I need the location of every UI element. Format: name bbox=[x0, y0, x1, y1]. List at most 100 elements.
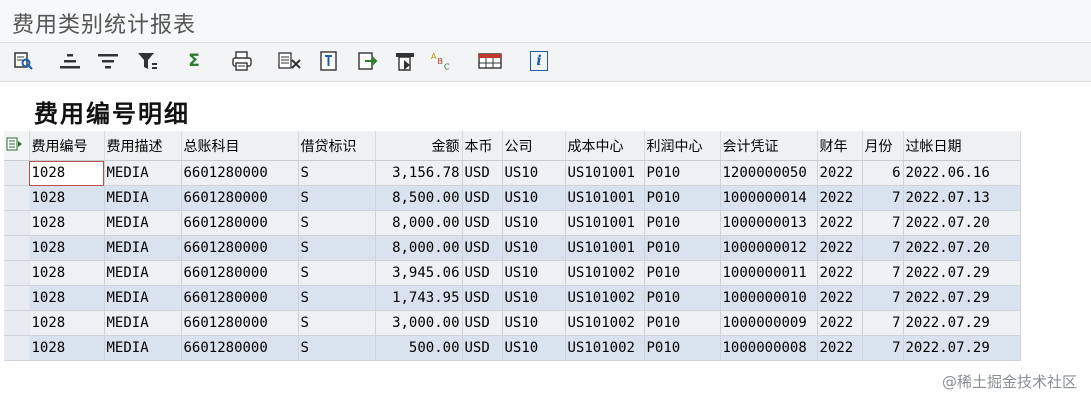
table-cell[interactable]: 1028 bbox=[29, 260, 105, 286]
table-cell[interactable]: S bbox=[298, 210, 376, 236]
local-file-button[interactable] bbox=[356, 50, 380, 72]
table-cell[interactable]: S bbox=[298, 160, 376, 186]
table-cell[interactable]: 1000000010 bbox=[720, 285, 818, 311]
table-cell[interactable]: US101001 bbox=[565, 210, 645, 236]
column-header[interactable]: 本币 bbox=[462, 131, 503, 161]
table-cell[interactable]: 7 bbox=[862, 185, 904, 211]
table-cell[interactable]: 1028 bbox=[29, 285, 105, 311]
table-cell[interactable]: 1000000014 bbox=[720, 185, 818, 211]
table-cell[interactable]: P010 bbox=[644, 185, 721, 211]
table-cell[interactable]: 7 bbox=[862, 260, 904, 286]
table-cell[interactable]: MEDIA bbox=[104, 185, 182, 211]
table-cell[interactable]: USD bbox=[462, 210, 503, 236]
table-cell[interactable]: USD bbox=[462, 160, 503, 186]
table-cell[interactable]: USD bbox=[462, 285, 503, 311]
table-cell[interactable]: 2022 bbox=[817, 260, 863, 286]
table-cell[interactable]: 6601280000 bbox=[181, 235, 299, 261]
table-cell[interactable]: 7 bbox=[862, 335, 904, 361]
table-cell[interactable]: 2022.07.29 bbox=[903, 285, 1021, 311]
table-cell[interactable]: MEDIA bbox=[104, 310, 182, 336]
table-row[interactable]: 1028 MEDIA 6601280000 S 3,000.00 USD US10 US101… bbox=[4, 310, 1021, 336]
table-row[interactable]: 1028 MEDIA 6601280000 S 8,500.00 USD US10 US101… bbox=[4, 185, 1021, 211]
table-cell[interactable]: 500.00 bbox=[375, 335, 463, 361]
details-button[interactable] bbox=[11, 50, 35, 72]
table-cell[interactable]: USD bbox=[462, 260, 503, 286]
table-cell[interactable]: 2022 bbox=[817, 210, 863, 236]
column-header[interactable]: 财年 bbox=[817, 131, 863, 161]
table-cell[interactable]: S bbox=[298, 285, 376, 311]
table-cell[interactable]: 8,500.00 bbox=[375, 185, 463, 211]
table-cell[interactable]: 1000000012 bbox=[720, 235, 818, 261]
column-header[interactable]: 会计凭证 bbox=[720, 131, 818, 161]
filter-button[interactable] bbox=[135, 50, 159, 72]
print-button[interactable] bbox=[230, 50, 254, 72]
table-cell[interactable]: 2022 bbox=[817, 310, 863, 336]
table-cell[interactable]: 6601280000 bbox=[181, 185, 299, 211]
table-cell[interactable]: P010 bbox=[644, 260, 721, 286]
table-cell[interactable]: MEDIA bbox=[104, 210, 182, 236]
table-cell[interactable]: 1028 bbox=[29, 335, 105, 361]
table-cell[interactable]: 2022 bbox=[817, 185, 863, 211]
column-header[interactable]: 月份 bbox=[862, 131, 904, 161]
table-cell[interactable]: US10 bbox=[502, 260, 566, 286]
column-header[interactable]: 费用编号 bbox=[29, 131, 105, 161]
table-cell[interactable]: P010 bbox=[644, 310, 721, 336]
table-cell[interactable]: US101001 bbox=[565, 160, 645, 186]
table-cell[interactable]: 1028 bbox=[29, 185, 105, 211]
table-cell[interactable]: 1000000013 bbox=[720, 210, 818, 236]
table-cell[interactable]: US10 bbox=[502, 210, 566, 236]
row-selector[interactable] bbox=[4, 235, 30, 261]
column-header[interactable]: 金额 bbox=[375, 131, 463, 161]
table-cell[interactable]: P010 bbox=[644, 210, 721, 236]
table-cell[interactable]: 1000000011 bbox=[720, 260, 818, 286]
info-button[interactable]: i bbox=[527, 50, 551, 72]
row-selector[interactable] bbox=[4, 210, 30, 236]
column-header[interactable]: 费用描述 bbox=[104, 131, 182, 161]
table-cell[interactable]: 3,156.78 bbox=[375, 160, 463, 186]
table-cell[interactable]: USD bbox=[462, 235, 503, 261]
table-cell[interactable]: MEDIA bbox=[104, 260, 182, 286]
table-cell[interactable]: 2022.07.20 bbox=[903, 235, 1021, 261]
sum-button[interactable]: Σ bbox=[182, 50, 206, 72]
table-cell[interactable]: 1028 bbox=[29, 310, 105, 336]
table-cell[interactable]: US101002 bbox=[565, 285, 645, 311]
table-cell[interactable]: USD bbox=[462, 310, 503, 336]
column-header[interactable]: 利润中心 bbox=[644, 131, 721, 161]
table-cell[interactable]: 7 bbox=[862, 285, 904, 311]
save-layout-button[interactable] bbox=[393, 50, 417, 72]
table-cell[interactable]: MEDIA bbox=[104, 235, 182, 261]
table-cell[interactable]: 7 bbox=[862, 210, 904, 236]
table-row[interactable]: 1028 MEDIA 6601280000 S 1,743.95 USD US10 US101… bbox=[4, 285, 1021, 311]
table-cell[interactable]: S bbox=[298, 185, 376, 211]
row-selector[interactable] bbox=[4, 335, 30, 361]
table-cell[interactable]: 7 bbox=[862, 310, 904, 336]
table-cell[interactable]: MEDIA bbox=[104, 285, 182, 311]
table-cell[interactable]: US10 bbox=[502, 310, 566, 336]
table-cell[interactable]: P010 bbox=[644, 160, 721, 186]
table-cell[interactable]: US10 bbox=[502, 235, 566, 261]
table-cell[interactable]: US10 bbox=[502, 160, 566, 186]
table-cell[interactable]: 3,945.06 bbox=[375, 260, 463, 286]
table-row[interactable]: 1028 MEDIA 6601280000 S 3,156.78 USD US10 US101… bbox=[4, 160, 1021, 186]
select-layout-button[interactable] bbox=[478, 50, 502, 72]
table-cell[interactable]: 1200000050 bbox=[720, 160, 818, 186]
table-cell[interactable]: MEDIA bbox=[104, 335, 182, 361]
table-cell[interactable]: 8,000.00 bbox=[375, 210, 463, 236]
table-cell[interactable]: 8,000.00 bbox=[375, 235, 463, 261]
table-cell[interactable]: US10 bbox=[502, 335, 566, 361]
table-cell[interactable]: MEDIA bbox=[104, 160, 182, 186]
table-cell[interactable]: 2022 bbox=[817, 285, 863, 311]
table-cell[interactable]: USD bbox=[462, 335, 503, 361]
table-cell[interactable]: 1000000009 bbox=[720, 310, 818, 336]
table-row[interactable]: 1028 MEDIA 6601280000 S 3,945.06 USD US10 US101… bbox=[4, 260, 1021, 286]
sort-ascending-button[interactable] bbox=[58, 50, 82, 72]
column-header[interactable]: 借贷标识 bbox=[298, 131, 376, 161]
table-cell[interactable]: 2022.07.29 bbox=[903, 260, 1021, 286]
table-cell[interactable]: USD bbox=[462, 185, 503, 211]
row-selector[interactable] bbox=[4, 160, 30, 186]
table-cell[interactable]: P010 bbox=[644, 335, 721, 361]
table-row[interactable]: 1028 MEDIA 6601280000 S 8,000.00 USD US10 US101… bbox=[4, 235, 1021, 261]
table-cell[interactable]: 2022 bbox=[817, 335, 863, 361]
table-cell[interactable]: 6601280000 bbox=[181, 210, 299, 236]
table-cell[interactable]: US101002 bbox=[565, 310, 645, 336]
